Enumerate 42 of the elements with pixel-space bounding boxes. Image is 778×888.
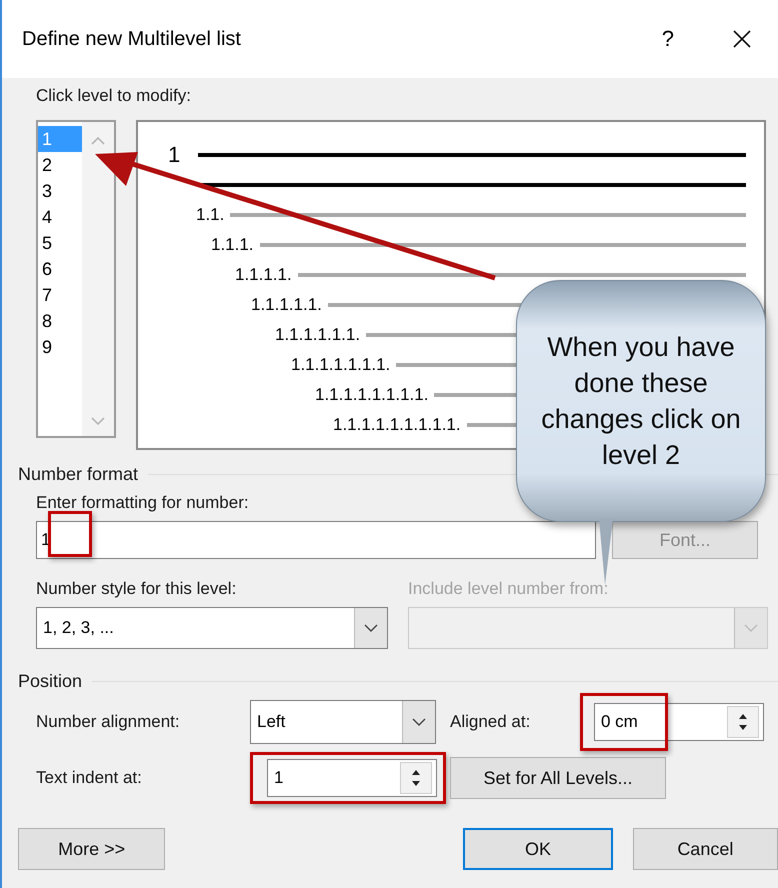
field-label: Include level number from:	[408, 579, 610, 599]
field-label: Number alignment:	[36, 712, 181, 732]
level-item[interactable]: 8	[38, 308, 82, 334]
section-heading: Number format	[18, 464, 138, 485]
field-label: Text indent at:	[36, 768, 143, 788]
aligned-at-field[interactable]: 0 cm	[594, 703, 764, 741]
field-label: Number style for this level:	[36, 579, 238, 599]
number-style-dropdown[interactable]: 1, 2, 3, ...	[36, 607, 388, 649]
level-item[interactable]: 3	[38, 178, 82, 204]
field-label: Aligned at:	[450, 712, 532, 732]
level-item[interactable]: 4	[38, 204, 82, 230]
more-button[interactable]: More >>	[18, 828, 166, 870]
level-list-label: Click level to modify:	[36, 86, 192, 106]
preview-number: 1.1.	[196, 205, 224, 225]
chevron-down-icon	[363, 623, 379, 633]
preview-number: 1	[168, 142, 180, 168]
preview-number: 1.1.1.1.1.	[251, 295, 322, 315]
level-item[interactable]: 9	[38, 334, 82, 360]
alignment-dropdown[interactable]: Left	[250, 700, 436, 744]
close-icon[interactable]	[732, 29, 752, 49]
level-list[interactable]: 1 2 3 4 5 6 7 8 9	[36, 120, 116, 438]
window-title: Define new Multilevel list	[22, 28, 242, 50]
preview-number: 1.1.1.1.1.1.1.	[291, 355, 390, 375]
level-item[interactable]: 7	[38, 282, 82, 308]
preview-number: 1.1.1.1.	[235, 265, 292, 285]
preview-number: 1.1.1.1.1.1.1.1.	[315, 385, 428, 405]
preview-number: 1.1.1.1.1.1.	[275, 325, 360, 345]
section-heading: Position	[18, 671, 82, 692]
cancel-button[interactable]: Cancel	[632, 828, 778, 870]
ok-button[interactable]: OK	[463, 828, 613, 870]
level-item[interactable]: 5	[38, 230, 82, 256]
help-button[interactable]: ?	[662, 26, 674, 52]
field-label: Enter formatting for number:	[36, 493, 250, 513]
level-item[interactable]: 2	[38, 152, 82, 178]
callout-text: When you have done these changes click on level 2	[540, 331, 742, 472]
chevron-down-icon	[411, 717, 427, 727]
text-indent-field[interactable]: 1	[267, 759, 437, 797]
set-for-all-levels-button[interactable]: Set for All Levels...	[450, 757, 666, 799]
level-item[interactable]: 6	[38, 256, 82, 282]
chevron-down-icon	[743, 623, 759, 633]
preview-number: 1.1.1.1.1.1.1.1.1.	[333, 415, 461, 435]
preview-number: 1.1.1.	[211, 235, 254, 255]
